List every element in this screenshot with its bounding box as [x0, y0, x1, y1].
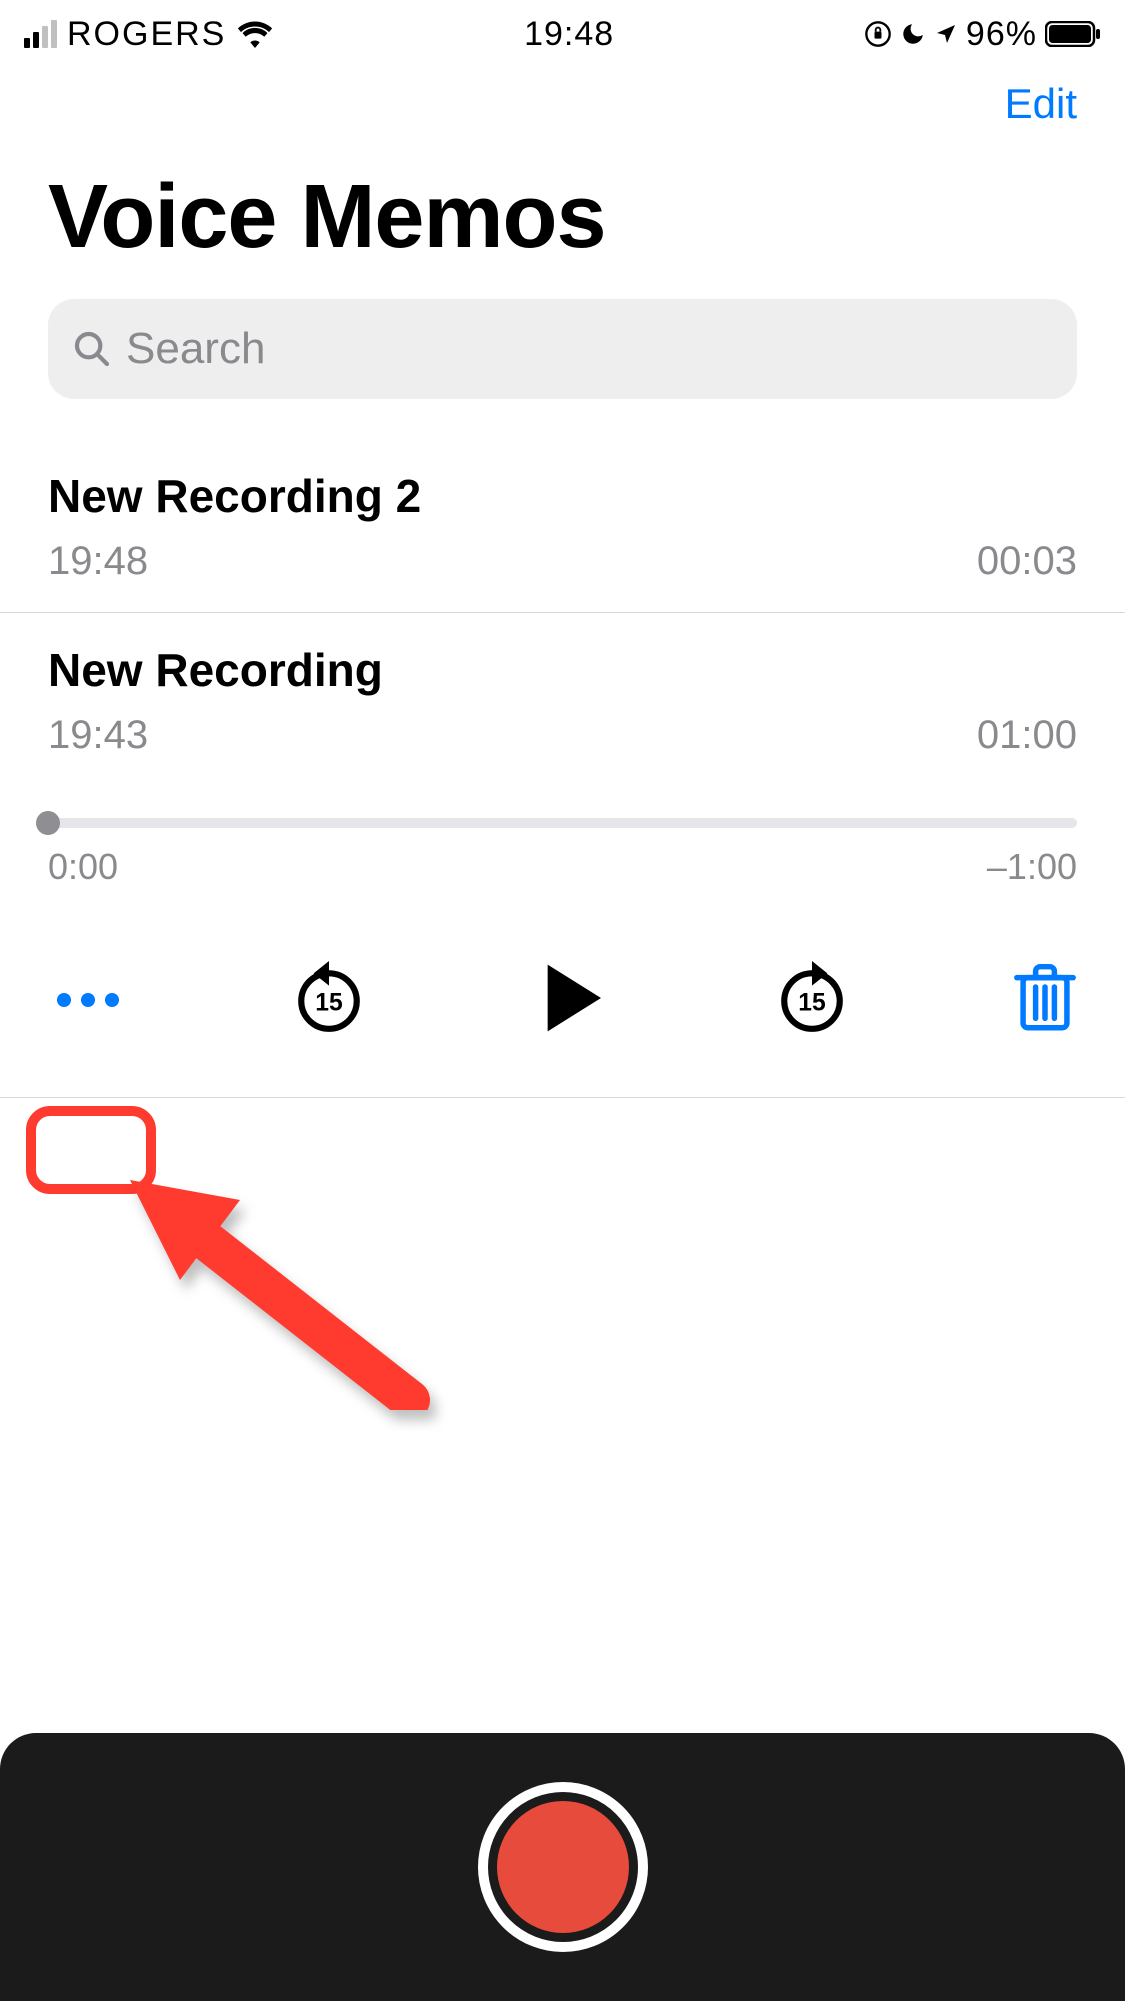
recording-item-expanded[interactable]: New Recording 19:43 01:00: [0, 613, 1125, 758]
svg-text:15: 15: [316, 989, 344, 1016]
elapsed-time: 0:00: [48, 846, 118, 888]
status-bar: ROGERS 19:48 96%: [0, 0, 1125, 60]
edit-button[interactable]: Edit: [1005, 80, 1077, 128]
record-icon: [497, 1801, 629, 1933]
recording-title: New Recording 2: [48, 469, 1077, 523]
more-options-button[interactable]: [48, 969, 128, 1031]
recording-time: 19:48: [48, 539, 148, 584]
delete-button[interactable]: [1013, 962, 1077, 1037]
carrier-label: ROGERS: [67, 15, 226, 54]
recording-duration: 00:03: [977, 539, 1077, 584]
status-right: 96%: [864, 15, 1101, 54]
skip-forward-15-icon: 15: [775, 961, 849, 1035]
remaining-time: –1:00: [987, 846, 1077, 888]
nav-bar: Edit: [0, 60, 1125, 138]
status-left: ROGERS: [24, 15, 274, 54]
recording-time: 19:43: [48, 713, 148, 758]
ellipsis-icon: [57, 993, 71, 1007]
battery-percent: 96%: [966, 15, 1037, 54]
play-icon: [531, 958, 611, 1038]
location-icon: [934, 22, 958, 46]
search-icon: [72, 329, 112, 369]
skip-forward-15-button[interactable]: 15: [775, 961, 849, 1038]
recording-duration: 01:00: [977, 713, 1077, 758]
search-field[interactable]: [48, 299, 1077, 399]
skip-back-15-icon: 15: [292, 961, 366, 1035]
recording-title: New Recording: [48, 643, 1077, 697]
recording-item[interactable]: New Recording 2 19:48 00:03: [0, 439, 1125, 613]
rotation-lock-icon: [864, 20, 892, 48]
search-input[interactable]: [126, 324, 1053, 374]
skip-back-15-button[interactable]: 15: [292, 961, 366, 1038]
annotation-highlight: [26, 1106, 156, 1194]
trash-icon: [1013, 962, 1077, 1034]
playback-controls: 15 15: [0, 888, 1125, 1098]
battery-icon: [1045, 21, 1101, 47]
play-button[interactable]: [531, 958, 611, 1041]
scrubber-thumb[interactable]: [36, 811, 60, 835]
record-bar: [0, 1733, 1125, 2001]
svg-text:15: 15: [798, 989, 826, 1016]
scrubber-track[interactable]: [48, 818, 1077, 828]
cellular-signal-icon: [24, 20, 57, 48]
annotation-arrow-icon: [110, 1150, 430, 1410]
wifi-icon: [236, 20, 274, 48]
do-not-disturb-icon: [900, 21, 926, 47]
playback-scrubber[interactable]: 0:00 –1:00: [0, 758, 1125, 888]
page-title: Voice Memos: [0, 138, 1125, 289]
record-button[interactable]: [478, 1782, 648, 1952]
status-time: 19:48: [524, 15, 614, 54]
